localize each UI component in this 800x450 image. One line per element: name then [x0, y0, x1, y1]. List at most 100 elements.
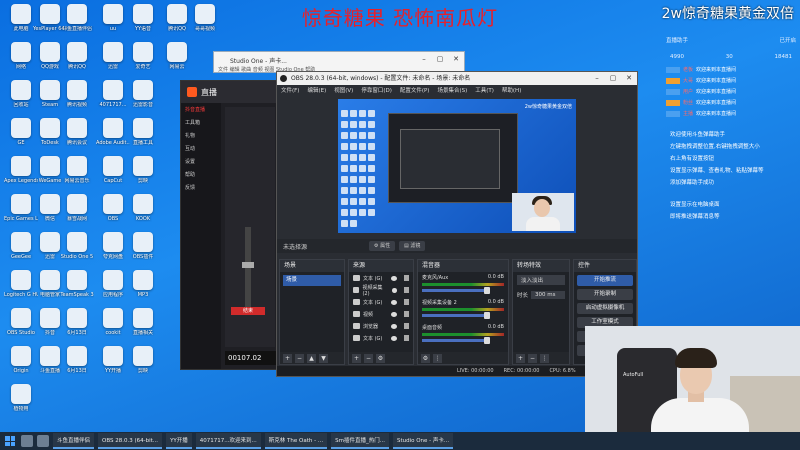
obs-menu-item[interactable]: 工具(T): [475, 85, 494, 97]
remove-icon[interactable]: −: [528, 353, 537, 363]
source-item[interactable]: 视频采集 (2): [349, 284, 413, 297]
source-item[interactable]: 文本 (G): [349, 272, 413, 284]
desktop-icon[interactable]: 迅雷: [96, 42, 130, 70]
desktop-icon[interactable]: 迅雷影音: [126, 80, 160, 108]
desktop-icon[interactable]: 直播相关: [126, 308, 160, 336]
desktop-icon[interactable]: 爱奇艺: [126, 42, 160, 70]
eye-icon[interactable]: [391, 275, 397, 281]
lock-icon[interactable]: [404, 287, 410, 293]
live-sidebar-item[interactable]: 互动: [181, 142, 221, 155]
volume-slider[interactable]: [422, 337, 490, 344]
taskbar-task[interactable]: 斗鱼直播伴侣: [53, 433, 95, 449]
duration-input[interactable]: 300 ms: [531, 291, 565, 299]
desktop-icon[interactable]: OBS: [96, 194, 130, 222]
add-icon[interactable]: +: [516, 353, 525, 363]
taskbar-task[interactable]: Studio One - 声卡...: [392, 433, 454, 449]
obs-menu-item[interactable]: 配置文件(P): [400, 85, 430, 97]
lock-icon[interactable]: [404, 335, 409, 341]
obs-menu-item[interactable]: 视图(V): [334, 85, 353, 97]
desktop-icon[interactable]: 6月13日: [60, 308, 94, 336]
desktop-icon[interactable]: 腾讯QQ: [60, 42, 94, 70]
minimize-icon[interactable]: –: [591, 73, 603, 83]
control-button[interactable]: 开始推流: [577, 275, 633, 286]
studio-one-window[interactable]: Studio One - 声卡... 文件 编辑 歌曲 音频 视图 Studio…: [213, 51, 465, 73]
remove-icon[interactable]: −: [364, 353, 373, 363]
desktop-icon[interactable]: YY语音: [126, 4, 160, 32]
desktop-icon[interactable]: 哥哥视频: [188, 4, 222, 32]
live-sidebar-item[interactable]: 设置: [181, 155, 221, 168]
maximize-icon[interactable]: ▢: [607, 73, 619, 83]
close-icon[interactable]: ✕: [450, 54, 462, 64]
live-sidebar-item[interactable]: 抖音直播: [181, 103, 221, 116]
chat-tab-assistant[interactable]: 直播助手: [666, 36, 688, 44]
taskbar-task[interactable]: OBS 28.0.3 (64-bit...: [98, 433, 163, 449]
desktop-icon[interactable]: Adobe Audit...: [96, 118, 130, 146]
desktop-icon[interactable]: CapCut: [96, 156, 130, 184]
lock-icon[interactable]: [404, 299, 409, 305]
live-sidebar-item[interactable]: 反馈: [181, 181, 221, 194]
move-up-icon[interactable]: ▲: [307, 353, 316, 363]
desktop-icon[interactable]: cookit: [96, 308, 130, 336]
filters-button[interactable]: ▤ 滤镜: [399, 241, 426, 251]
source-item[interactable]: 文本 (G): [349, 296, 413, 308]
gear-icon[interactable]: ⚙: [376, 353, 385, 363]
add-icon[interactable]: +: [352, 353, 361, 363]
eye-icon[interactable]: [391, 287, 398, 293]
desktop-icon[interactable]: Studio One 5: [60, 232, 94, 260]
remove-icon[interactable]: −: [295, 353, 304, 363]
desktop-icon[interactable]: 夸克网盘: [96, 232, 130, 260]
obs-menu-item[interactable]: 文件(F): [281, 85, 299, 97]
desktop-icon[interactable]: OBS插件: [126, 232, 160, 260]
volume-fader[interactable]: [242, 227, 254, 307]
desktop-icon[interactable]: 暴雪战网: [60, 194, 94, 222]
desktop-icon[interactable]: 应用程序: [96, 270, 130, 298]
search-icon[interactable]: [21, 435, 33, 447]
properties-button[interactable]: ⚙ 属性: [369, 241, 396, 251]
volume-slider[interactable]: [422, 287, 490, 294]
eye-icon[interactable]: [391, 299, 397, 305]
desktop-icon[interactable]: 网易云: [160, 42, 194, 70]
desktop-icon[interactable]: KOOK: [126, 194, 160, 222]
desktop-icon[interactable]: 剪映: [126, 156, 160, 184]
live-sidebar-item[interactable]: 工具箱: [181, 116, 221, 129]
move-down-icon[interactable]: ▼: [319, 353, 328, 363]
desktop-icon[interactable]: 直播工具: [126, 118, 160, 146]
source-item[interactable]: 视频: [349, 308, 413, 320]
desktop-icon[interactable]: 植物用: [4, 384, 38, 412]
obs-menu-item[interactable]: 场景集合(S): [437, 85, 467, 97]
control-button[interactable]: 开始录制: [577, 289, 633, 300]
eye-icon[interactable]: [391, 311, 397, 317]
live-sidebar-item[interactable]: 礼物: [181, 129, 221, 142]
obs-preview[interactable]: 2w惊奇糖果黄金双倍: [338, 99, 576, 233]
maximize-icon[interactable]: ▢: [434, 54, 446, 64]
slider-knob[interactable]: [483, 337, 490, 344]
taskbar-task[interactable]: 4071717...欢迎来到...: [195, 433, 261, 449]
desktop-icon[interactable]: YY开播: [96, 346, 130, 374]
lock-icon[interactable]: [404, 311, 409, 317]
live-sidebar-item[interactable]: 帮助: [181, 168, 221, 181]
lock-icon[interactable]: [404, 323, 409, 329]
desktop-icon[interactable]: uu: [96, 4, 130, 32]
desktop-icon[interactable]: 6月13日: [60, 346, 94, 374]
source-item[interactable]: 文本 (G): [349, 332, 413, 344]
taskbar-task[interactable]: Sm插件直播_热门...: [331, 433, 389, 449]
taskbar-task[interactable]: YY开播: [166, 433, 192, 449]
scene-item[interactable]: 场景: [283, 275, 341, 286]
obs-menu-item[interactable]: 帮助(H): [502, 85, 521, 97]
obs-menu-item[interactable]: 停靠窗口(D): [361, 85, 392, 97]
desktop-icon[interactable]: 斗鱼直播伴侣: [60, 4, 94, 32]
desktop-icon[interactable]: 网易云音乐: [60, 156, 94, 184]
slider-knob[interactable]: [483, 312, 490, 319]
fader-knob[interactable]: [242, 262, 254, 268]
minimize-icon[interactable]: –: [418, 54, 430, 64]
obs-menu-item[interactable]: 编辑(E): [307, 85, 326, 97]
taskbar-task[interactable]: 斯克林 The Oath - ...: [264, 433, 328, 449]
task-view-icon[interactable]: [37, 435, 49, 447]
desktop-icon[interactable]: TeamSpeak 3: [60, 270, 94, 298]
settings-icon[interactable]: ⚙: [421, 353, 430, 363]
volume-slider[interactable]: [422, 312, 490, 319]
add-icon[interactable]: +: [283, 353, 292, 363]
desktop-icon[interactable]: MP3: [126, 270, 160, 298]
menu-icon[interactable]: ⋮: [433, 353, 442, 363]
eye-icon[interactable]: [391, 323, 397, 329]
